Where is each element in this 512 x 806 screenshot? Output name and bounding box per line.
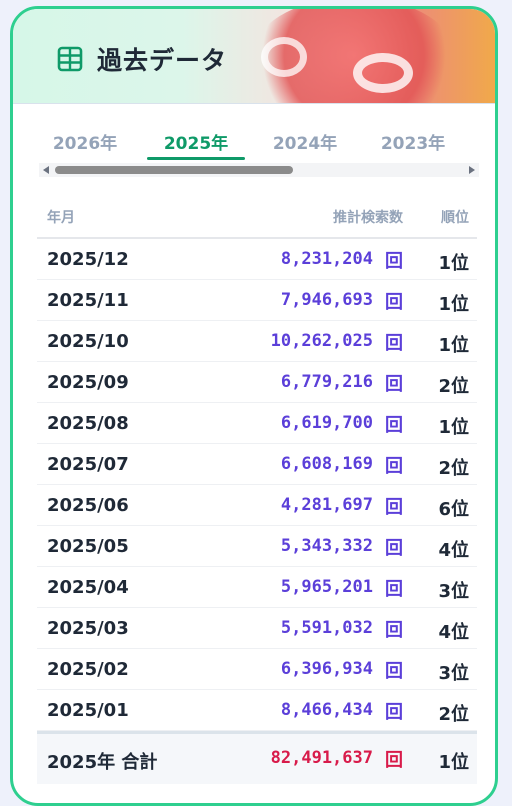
count-cell: 5,591,032 (280, 618, 373, 638)
header-decoration-eye (353, 53, 413, 93)
count-cell: 6,608,169 (280, 454, 373, 474)
table-icon (57, 46, 83, 72)
rank-cell: 1位 (438, 253, 469, 274)
active-tab-indicator (147, 157, 245, 160)
unit-cell: 回 (385, 538, 403, 559)
count-cell: 5,343,332 (280, 536, 373, 556)
column-header-month: 年月 (47, 210, 75, 226)
count-cell: 5,965,201 (280, 577, 373, 597)
month-cell: 2025/12 (47, 249, 129, 270)
table-header: 年月 推計検索数 順位 (37, 203, 477, 239)
table-row: 2025/05 5,343,332 回 4位 (37, 526, 477, 567)
month-cell: 2025/11 (47, 290, 129, 311)
column-header-count: 推計検索数 (333, 210, 403, 226)
table-row: 2025/12 8,231,204 回 1位 (37, 239, 477, 280)
rank-cell: 6位 (438, 499, 469, 520)
total-unit: 回 (385, 750, 403, 771)
month-cell: 2025/02 (47, 659, 129, 680)
scroll-right-icon[interactable] (469, 166, 475, 174)
unit-cell: 回 (385, 292, 403, 313)
unit-cell: 回 (385, 579, 403, 600)
tabs-scrollbar[interactable] (39, 163, 479, 177)
rank-cell: 4位 (438, 540, 469, 561)
rank-cell: 1位 (438, 294, 469, 315)
table-row: 2025/04 5,965,201 回 3位 (37, 567, 477, 608)
unit-cell: 回 (385, 497, 403, 518)
title-wrap: 過去データ (57, 41, 227, 77)
count-cell: 7,946,693 (280, 290, 373, 310)
unit-cell: 回 (385, 374, 403, 395)
header-decoration-eye (261, 37, 307, 77)
card-header: 過去データ (13, 9, 495, 104)
rank-cell: 2位 (438, 376, 469, 397)
month-cell: 2025/07 (47, 454, 129, 475)
table-row: 2025/03 5,591,032 回 4位 (37, 608, 477, 649)
column-header-rank: 順位 (441, 210, 469, 226)
rank-cell: 3位 (438, 663, 469, 684)
count-cell: 6,396,934 (280, 659, 373, 679)
count-cell: 8,466,434 (280, 700, 373, 720)
month-cell: 2025/01 (47, 700, 129, 721)
month-cell: 2025/06 (47, 495, 129, 516)
month-cell: 2025/04 (47, 577, 129, 598)
table-row: 2025/09 6,779,216 回 2位 (37, 362, 477, 403)
tab-2023[interactable]: 2023年 (365, 129, 461, 154)
rank-cell: 1位 (438, 417, 469, 438)
count-cell: 4,281,697 (280, 495, 373, 515)
table-body: 2025/12 8,231,204 回 1位 2025/11 7,946,693 回 1位 20… (37, 239, 477, 731)
unit-cell: 回 (385, 415, 403, 436)
monthly-data-table: 年月 推計検索数 順位 2025/12 8,231,204 回 1位 2025/11 7,… (37, 203, 477, 784)
unit-cell: 回 (385, 456, 403, 477)
table-row: 2025/08 6,619,700 回 1位 (37, 403, 477, 444)
total-label: 2025年 合計 (47, 752, 158, 773)
rank-cell: 2位 (438, 704, 469, 725)
table-row: 2025/11 7,946,693 回 1位 (37, 280, 477, 321)
past-data-card: 過去データ 2026年 2025年 2024年 2023年 年月 推計検索数 順… (10, 6, 498, 806)
tab-2025[interactable]: 2025年 (148, 129, 244, 154)
unit-cell: 回 (385, 702, 403, 723)
count-cell: 10,262,025 (270, 331, 373, 351)
rank-cell: 3位 (438, 581, 469, 602)
count-cell: 8,231,204 (280, 249, 373, 269)
scrollbar-thumb[interactable] (55, 166, 293, 174)
rank-cell: 2位 (438, 458, 469, 479)
unit-cell: 回 (385, 333, 403, 354)
total-rank: 1位 (438, 752, 469, 773)
rank-cell: 4位 (438, 622, 469, 643)
unit-cell: 回 (385, 620, 403, 641)
table-row: 2025/07 6,608,169 回 2位 (37, 444, 477, 485)
count-cell: 6,619,700 (280, 413, 373, 433)
table-row: 2025/10 10,262,025 回 1位 (37, 321, 477, 362)
month-cell: 2025/10 (47, 331, 129, 352)
rank-cell: 1位 (438, 335, 469, 356)
month-cell: 2025/05 (47, 536, 129, 557)
month-cell: 2025/08 (47, 413, 129, 434)
month-cell: 2025/03 (47, 618, 129, 639)
table-row: 2025/02 6,396,934 回 3位 (37, 649, 477, 690)
tab-2024[interactable]: 2024年 (257, 129, 353, 154)
page-title: 過去データ (97, 46, 228, 75)
year-tabs: 2026年 2025年 2024年 2023年 (37, 123, 477, 163)
tab-2026[interactable]: 2026年 (37, 129, 133, 154)
total-count: 82,491,637 (270, 748, 373, 768)
table-row: 2025/01 8,466,434 回 2位 (37, 690, 477, 731)
count-cell: 6,779,216 (280, 372, 373, 392)
unit-cell: 回 (385, 661, 403, 682)
unit-cell: 回 (385, 251, 403, 272)
month-cell: 2025/09 (47, 372, 129, 393)
total-row: 2025年 合計 82,491,637 回 1位 (37, 731, 477, 784)
scroll-left-icon[interactable] (43, 166, 49, 174)
table-row: 2025/06 4,281,697 回 6位 (37, 485, 477, 526)
